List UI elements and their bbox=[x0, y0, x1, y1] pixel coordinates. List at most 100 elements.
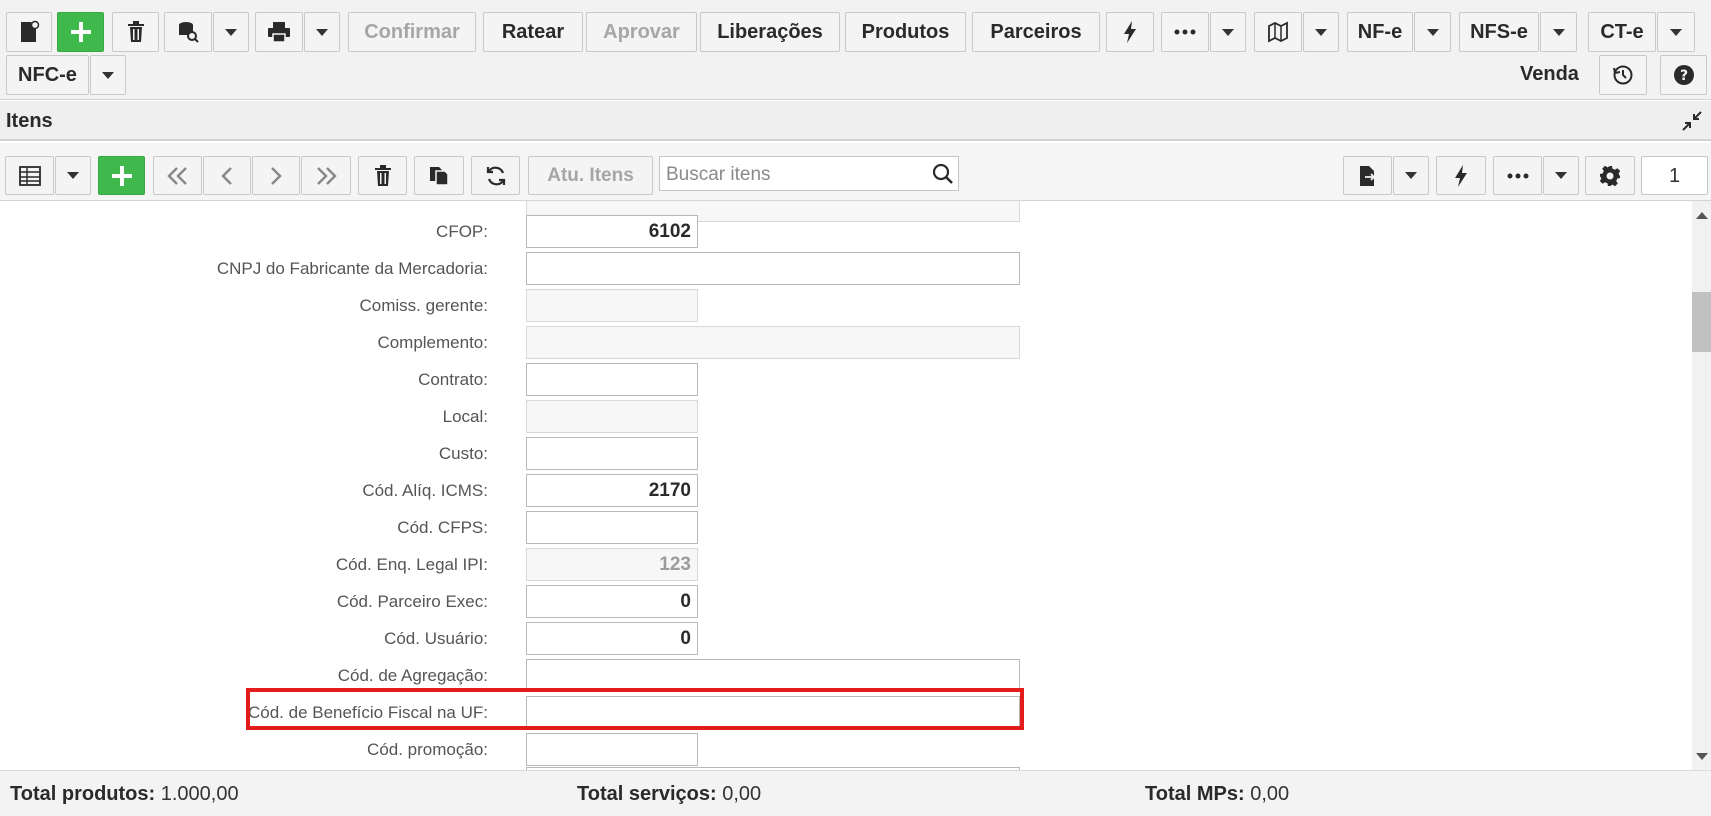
field-label-cod-usuario: Cód. Usuário: bbox=[384, 629, 488, 648]
cod-promocao-field[interactable] bbox=[526, 733, 698, 766]
scroll-down-arrow-icon[interactable] bbox=[1696, 753, 1708, 760]
page-number-input[interactable]: 1 bbox=[1641, 156, 1708, 195]
main-toolbar: Confirmar Ratear Aprovar Liberações Prod… bbox=[0, 0, 1711, 100]
delete-button[interactable] bbox=[112, 12, 159, 52]
new-document-button[interactable] bbox=[6, 12, 52, 52]
map-dropdown[interactable] bbox=[1303, 12, 1339, 52]
scroll-up-arrow-icon[interactable] bbox=[1696, 212, 1708, 219]
chevron-down-icon bbox=[1426, 28, 1439, 36]
add-button[interactable] bbox=[57, 12, 104, 52]
item-quick-actions-button[interactable] bbox=[1436, 156, 1486, 195]
cod-cfps-field[interactable] bbox=[526, 511, 698, 544]
grid-view-button[interactable] bbox=[5, 156, 54, 195]
chevron-down-icon bbox=[1222, 28, 1234, 36]
double-chevron-left-icon bbox=[166, 166, 190, 186]
search-items-input[interactable]: Buscar itens bbox=[659, 156, 959, 191]
field-label-cfop: CFOP: bbox=[436, 222, 488, 241]
plus-icon bbox=[110, 164, 134, 188]
reload-button[interactable] bbox=[471, 156, 520, 195]
scrollbar-thumb[interactable] bbox=[1692, 292, 1711, 352]
nfse-dropdown[interactable] bbox=[1540, 12, 1577, 52]
history-button[interactable] bbox=[1599, 55, 1647, 95]
cfop-field[interactable]: 6102 bbox=[526, 215, 698, 248]
delete-item-button[interactable] bbox=[358, 156, 407, 195]
total-produtos-value: 1.000,00 bbox=[160, 783, 239, 805]
chevron-down-icon bbox=[67, 172, 79, 179]
custo-field[interactable] bbox=[526, 437, 698, 470]
next-record-button[interactable] bbox=[252, 156, 300, 195]
field-label-cod-cfps: Cód. CFPS: bbox=[397, 518, 488, 537]
item-more-options-button[interactable] bbox=[1493, 156, 1542, 195]
search-database-button[interactable] bbox=[164, 12, 212, 52]
help-button[interactable]: ? bbox=[1660, 55, 1707, 95]
more-options-dropdown[interactable] bbox=[1210, 12, 1246, 52]
duplicate-item-button[interactable] bbox=[414, 156, 464, 195]
nfce-dropdown[interactable] bbox=[90, 55, 126, 95]
field-label-cod-parceiro-exec: Cód. Parceiro Exec: bbox=[336, 592, 488, 611]
local-field bbox=[526, 400, 698, 433]
previous-record-button[interactable] bbox=[203, 156, 251, 195]
field-label-cnpj-fabricante: CNPJ do Fabricante da Mercadoria: bbox=[216, 259, 488, 278]
section-title: Itens bbox=[6, 110, 53, 132]
field-label-contrato: Contrato: bbox=[418, 370, 488, 389]
first-record-button[interactable] bbox=[153, 156, 202, 195]
cod-enq-legal-ipi-field: 123 bbox=[526, 548, 698, 581]
produtos-button[interactable]: Produtos bbox=[845, 12, 966, 52]
vertical-scrollbar[interactable] bbox=[1692, 201, 1711, 770]
liberacoes-button[interactable]: Liberações bbox=[700, 12, 840, 52]
nfe-dropdown[interactable] bbox=[1414, 12, 1451, 52]
print-dropdown[interactable] bbox=[304, 12, 340, 52]
nfce-button[interactable]: NFC-e bbox=[6, 55, 89, 95]
export-button[interactable] bbox=[1343, 156, 1392, 195]
confirm-button[interactable]: Confirmar bbox=[348, 12, 476, 52]
ratear-button[interactable]: Ratear bbox=[483, 12, 583, 52]
field-label-cod-agregacao: Cód. de Agregação: bbox=[337, 666, 488, 685]
chevron-down-icon bbox=[1670, 28, 1682, 36]
chevron-down-icon bbox=[102, 71, 114, 79]
cod-aliq-icms-field[interactable]: 2170 bbox=[526, 474, 698, 507]
export-dropdown[interactable] bbox=[1393, 156, 1429, 195]
map-button[interactable] bbox=[1254, 12, 1302, 52]
cte-dropdown[interactable] bbox=[1657, 12, 1695, 52]
map-icon bbox=[1267, 21, 1289, 43]
approve-button[interactable]: Aprovar bbox=[586, 12, 697, 52]
total-servicos-label: Total serviços: bbox=[577, 783, 717, 805]
plus-icon bbox=[69, 20, 93, 44]
update-items-button[interactable]: Atu. Itens bbox=[528, 156, 653, 195]
search-database-dropdown[interactable] bbox=[213, 12, 249, 52]
nfse-button[interactable]: NFS-e bbox=[1459, 12, 1539, 52]
nfe-button[interactable]: NF-e bbox=[1347, 12, 1413, 52]
trash-icon bbox=[373, 164, 393, 187]
contrato-field[interactable] bbox=[526, 363, 698, 396]
last-record-button[interactable] bbox=[301, 156, 351, 195]
chevron-down-icon bbox=[1315, 28, 1327, 36]
cnpj-fabricante-field[interactable] bbox=[526, 252, 1020, 285]
settings-button[interactable] bbox=[1585, 156, 1635, 195]
grid-view-dropdown[interactable] bbox=[55, 156, 91, 195]
chevron-down-icon bbox=[1555, 172, 1567, 179]
field-label-comiss-gerente: Comiss. gerente: bbox=[359, 296, 489, 315]
total-produtos: Total produtos: 1.000,00 bbox=[10, 783, 239, 806]
cod-parceiro-exec-field[interactable]: 0 bbox=[526, 585, 698, 618]
field-label-local: Local: bbox=[442, 407, 488, 426]
more-options-button[interactable] bbox=[1161, 12, 1209, 52]
chevron-down-icon bbox=[1405, 172, 1417, 179]
total-servicos: Total serviços: 0,00 bbox=[577, 783, 761, 806]
print-button[interactable] bbox=[255, 12, 303, 52]
item-more-options-dropdown[interactable] bbox=[1543, 156, 1579, 195]
totals-footer: Total produtos: 1.000,00 Total serviços:… bbox=[0, 770, 1711, 816]
export-file-icon bbox=[1358, 165, 1378, 187]
ellipsis-icon bbox=[1507, 173, 1529, 179]
collapse-icon[interactable] bbox=[1682, 111, 1702, 136]
search-icon[interactable] bbox=[932, 163, 954, 190]
parceiros-button[interactable]: Parceiros bbox=[972, 12, 1100, 52]
quick-actions-button[interactable] bbox=[1106, 12, 1154, 52]
complemento-field bbox=[526, 326, 1020, 359]
table-icon bbox=[18, 165, 41, 186]
comiss-gerente-field bbox=[526, 289, 698, 322]
refresh-icon bbox=[485, 165, 507, 187]
chevron-left-icon bbox=[220, 166, 234, 186]
add-item-button[interactable] bbox=[98, 156, 145, 195]
cod-usuario-field[interactable]: 0 bbox=[526, 622, 698, 655]
cte-button[interactable]: CT-e bbox=[1588, 12, 1656, 52]
